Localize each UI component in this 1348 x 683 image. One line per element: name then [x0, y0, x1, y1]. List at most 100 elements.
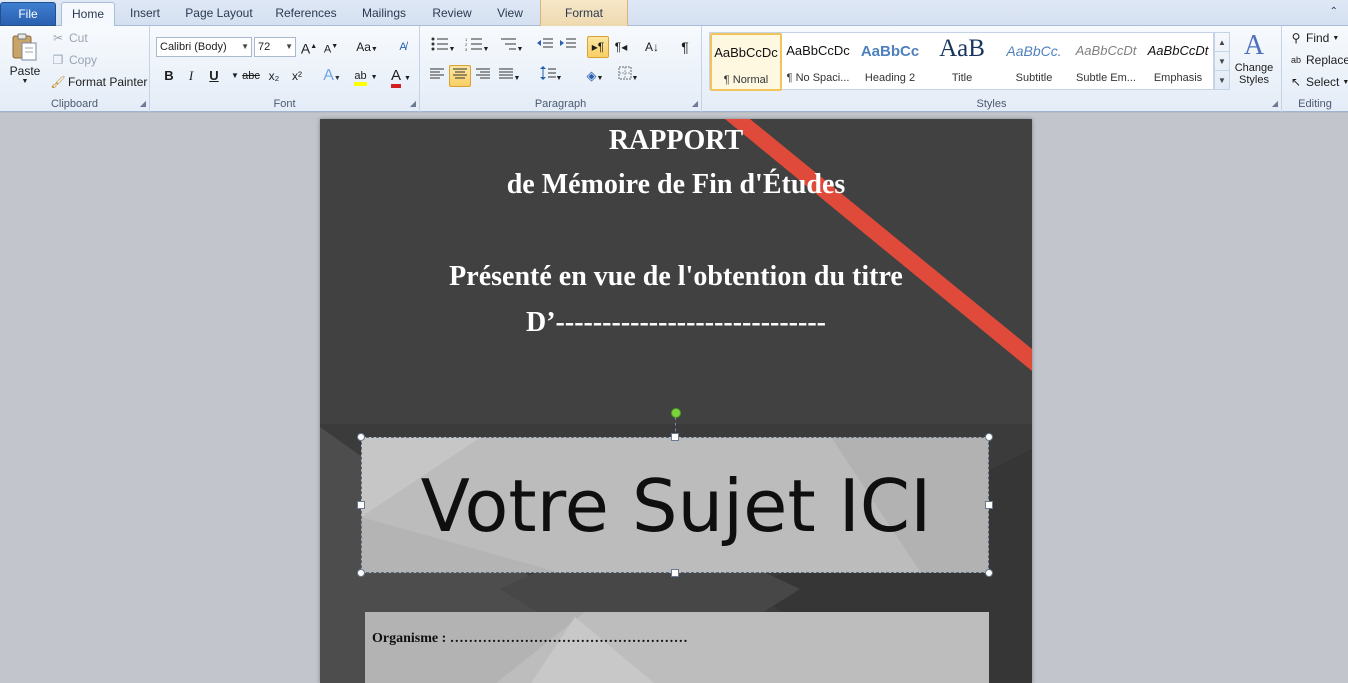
align-right-button[interactable]	[472, 65, 494, 87]
tab-file[interactable]: File	[0, 2, 56, 26]
resize-handle-w[interactable]	[357, 501, 365, 509]
paragraph-dialog-launcher-icon[interactable]: ◢	[692, 99, 698, 108]
shrink-font-button[interactable]: A▼	[320, 36, 342, 58]
copy-button[interactable]: ❐ Copy	[50, 53, 97, 67]
rtl-icon: ¶◂	[614, 40, 628, 54]
gallery-more-icon[interactable]: ▼	[1215, 71, 1229, 90]
underline-button[interactable]: U	[203, 65, 225, 87]
rotate-handle[interactable]	[671, 408, 681, 418]
tab-references[interactable]: References	[270, 2, 342, 26]
tab-review[interactable]: Review	[426, 2, 478, 26]
change-case-button[interactable]: Aa▼	[352, 36, 382, 58]
paste-button[interactable]: Paste ▼	[8, 32, 42, 90]
line-spacing-button[interactable]: ▼	[537, 65, 565, 87]
resize-handle-e[interactable]	[985, 501, 993, 509]
highlight-color-button[interactable]: ab ▼	[350, 65, 382, 87]
text-effects-button[interactable]: A▼	[318, 65, 346, 87]
decrease-indent-button[interactable]	[534, 36, 556, 58]
binoculars-icon: ⚲	[1291, 31, 1301, 45]
font-color-button[interactable]: A ▼	[386, 65, 416, 88]
style-emphasis[interactable]: AaBbCcDt Emphasis	[1142, 33, 1214, 91]
doc-heading-memoire[interactable]: de Mémoire de Fin d'Études	[320, 169, 1032, 201]
resize-handle-ne[interactable]	[985, 433, 993, 441]
tab-home[interactable]: Home	[61, 2, 115, 27]
tab-mailings[interactable]: Mailings	[354, 2, 414, 26]
tab-page-layout[interactable]: Page Layout	[180, 2, 258, 26]
editing-group: ⚲ Find ▼ ab Replace ↖ Select ▼ Editing	[1282, 26, 1348, 112]
justify-button[interactable]: ▼	[495, 65, 523, 87]
sort-button[interactable]: A↓	[641, 36, 663, 58]
right-to-left-button[interactable]: ¶◂	[610, 36, 632, 58]
organisme-box[interactable]: Organisme : ……………………………………………	[365, 612, 989, 683]
highlighter-icon: ab	[354, 70, 367, 86]
cut-button[interactable]: ✂ Cut	[50, 31, 88, 45]
paste-dropdown-icon[interactable]: ▼	[22, 78, 29, 85]
organisme-box-background	[365, 612, 989, 683]
font-size-combo[interactable]: 72 ▼	[254, 37, 296, 57]
show-hide-button[interactable]: ¶	[674, 36, 696, 58]
strikethrough-button[interactable]: abc	[238, 65, 264, 87]
style-preview: AaBbCcDt	[1147, 43, 1209, 58]
change-styles-icon: A	[1243, 30, 1265, 61]
select-button[interactable]: ↖ Select ▼	[1288, 75, 1348, 89]
replace-button[interactable]: ab Replace	[1288, 53, 1348, 67]
tab-insert[interactable]: Insert	[122, 2, 168, 26]
resize-handle-nw[interactable]	[357, 433, 365, 441]
styles-gallery-scroller[interactable]: ▲ ▼ ▼	[1214, 32, 1230, 90]
clipboard-dialog-launcher-icon[interactable]: ◢	[140, 99, 146, 108]
format-painter-button[interactable]: 🖌 Format Painter	[50, 75, 147, 89]
align-right-icon	[476, 68, 490, 79]
doc-heading-rapport[interactable]: RAPPORT	[320, 125, 1032, 157]
resize-handle-s[interactable]	[671, 569, 679, 577]
document-canvas[interactable]: RAPPORT de Mémoire de Fin d'Études Prése…	[0, 113, 1348, 683]
resize-handle-n[interactable]	[671, 433, 679, 441]
scroll-down-icon[interactable]: ▼	[1215, 52, 1229, 71]
align-left-icon	[430, 68, 444, 79]
page-background	[320, 119, 1032, 683]
style-title[interactable]: AaB Title	[926, 33, 998, 91]
font-name-combo[interactable]: Calibri (Body) ▼	[156, 37, 252, 57]
document-page[interactable]: RAPPORT de Mémoire de Fin d'Études Prése…	[320, 119, 1032, 683]
resize-handle-se[interactable]	[985, 569, 993, 577]
styles-dialog-launcher-icon[interactable]: ◢	[1272, 99, 1278, 108]
bold-button[interactable]: B	[158, 65, 180, 87]
organisme-field[interactable]: Organisme : ……………………………………………	[372, 631, 688, 647]
ribbon: Paste ▼ ✂ Cut ❐ Copy 🖌 Format Painter Cl…	[0, 26, 1348, 112]
paragraph-group: ▼ 1 2 3 ▼ ▼ ▸¶ ¶◂ A↓ ¶ ▼ ▼ ◈▼ ▼ Paragrap…	[420, 26, 702, 112]
resize-handle-sw[interactable]	[357, 569, 365, 577]
tab-format[interactable]: Format	[540, 0, 628, 26]
style-no-spacing[interactable]: AaBbCcDc ¶ No Spaci...	[782, 33, 854, 91]
clear-formatting-button[interactable]: A̸	[392, 36, 414, 58]
left-to-right-button[interactable]: ▸¶	[587, 36, 609, 58]
align-center-button[interactable]	[449, 65, 471, 87]
subscript-button[interactable]: x₂	[263, 65, 285, 87]
font-size-value: 72	[258, 41, 271, 53]
style-heading-2[interactable]: AaBbCc Heading 2	[854, 33, 926, 91]
subject-text[interactable]: Votre Sujet ICI	[362, 438, 990, 574]
font-dialog-launcher-icon[interactable]: ◢	[410, 99, 416, 108]
subject-text-box[interactable]: Votre Sujet ICI	[361, 437, 989, 573]
align-left-button[interactable]	[426, 65, 448, 87]
doc-presented-line[interactable]: Présenté en vue de l'obtention du titre	[320, 261, 1032, 293]
style-preview: AaBbCcDt	[1075, 43, 1137, 58]
tab-view[interactable]: View	[488, 2, 532, 26]
paintbrush-icon: 🖌	[50, 75, 66, 89]
find-button[interactable]: ⚲ Find ▼	[1288, 31, 1340, 45]
style-subtitle[interactable]: AaBbCc. Subtitle	[998, 33, 1070, 91]
bullets-button[interactable]: ▼	[428, 36, 458, 58]
shading-button[interactable]: ◈▼	[580, 65, 610, 87]
multilevel-list-button[interactable]: ▼	[496, 36, 526, 58]
style-normal[interactable]: AaBbCcDc ¶ Normal	[710, 33, 782, 91]
grow-font-button[interactable]: A▲	[298, 36, 320, 58]
style-subtle-emphasis[interactable]: AaBbCcDt Subtle Em...	[1070, 33, 1142, 91]
italic-button[interactable]: I	[180, 65, 202, 87]
numbering-button[interactable]: 1 2 3 ▼	[462, 36, 492, 58]
borders-button[interactable]: ▼	[614, 65, 642, 87]
increase-indent-icon	[560, 38, 576, 48]
doc-title-placeholder[interactable]: D’-----------------------------	[320, 307, 1032, 339]
scroll-up-icon[interactable]: ▲	[1215, 33, 1229, 52]
minimize-ribbon-icon[interactable]: ⌃	[1330, 6, 1338, 17]
superscript-button[interactable]: x²	[286, 65, 308, 87]
change-styles-button[interactable]: A Change Styles	[1232, 30, 1276, 92]
increase-indent-button[interactable]	[557, 36, 579, 58]
